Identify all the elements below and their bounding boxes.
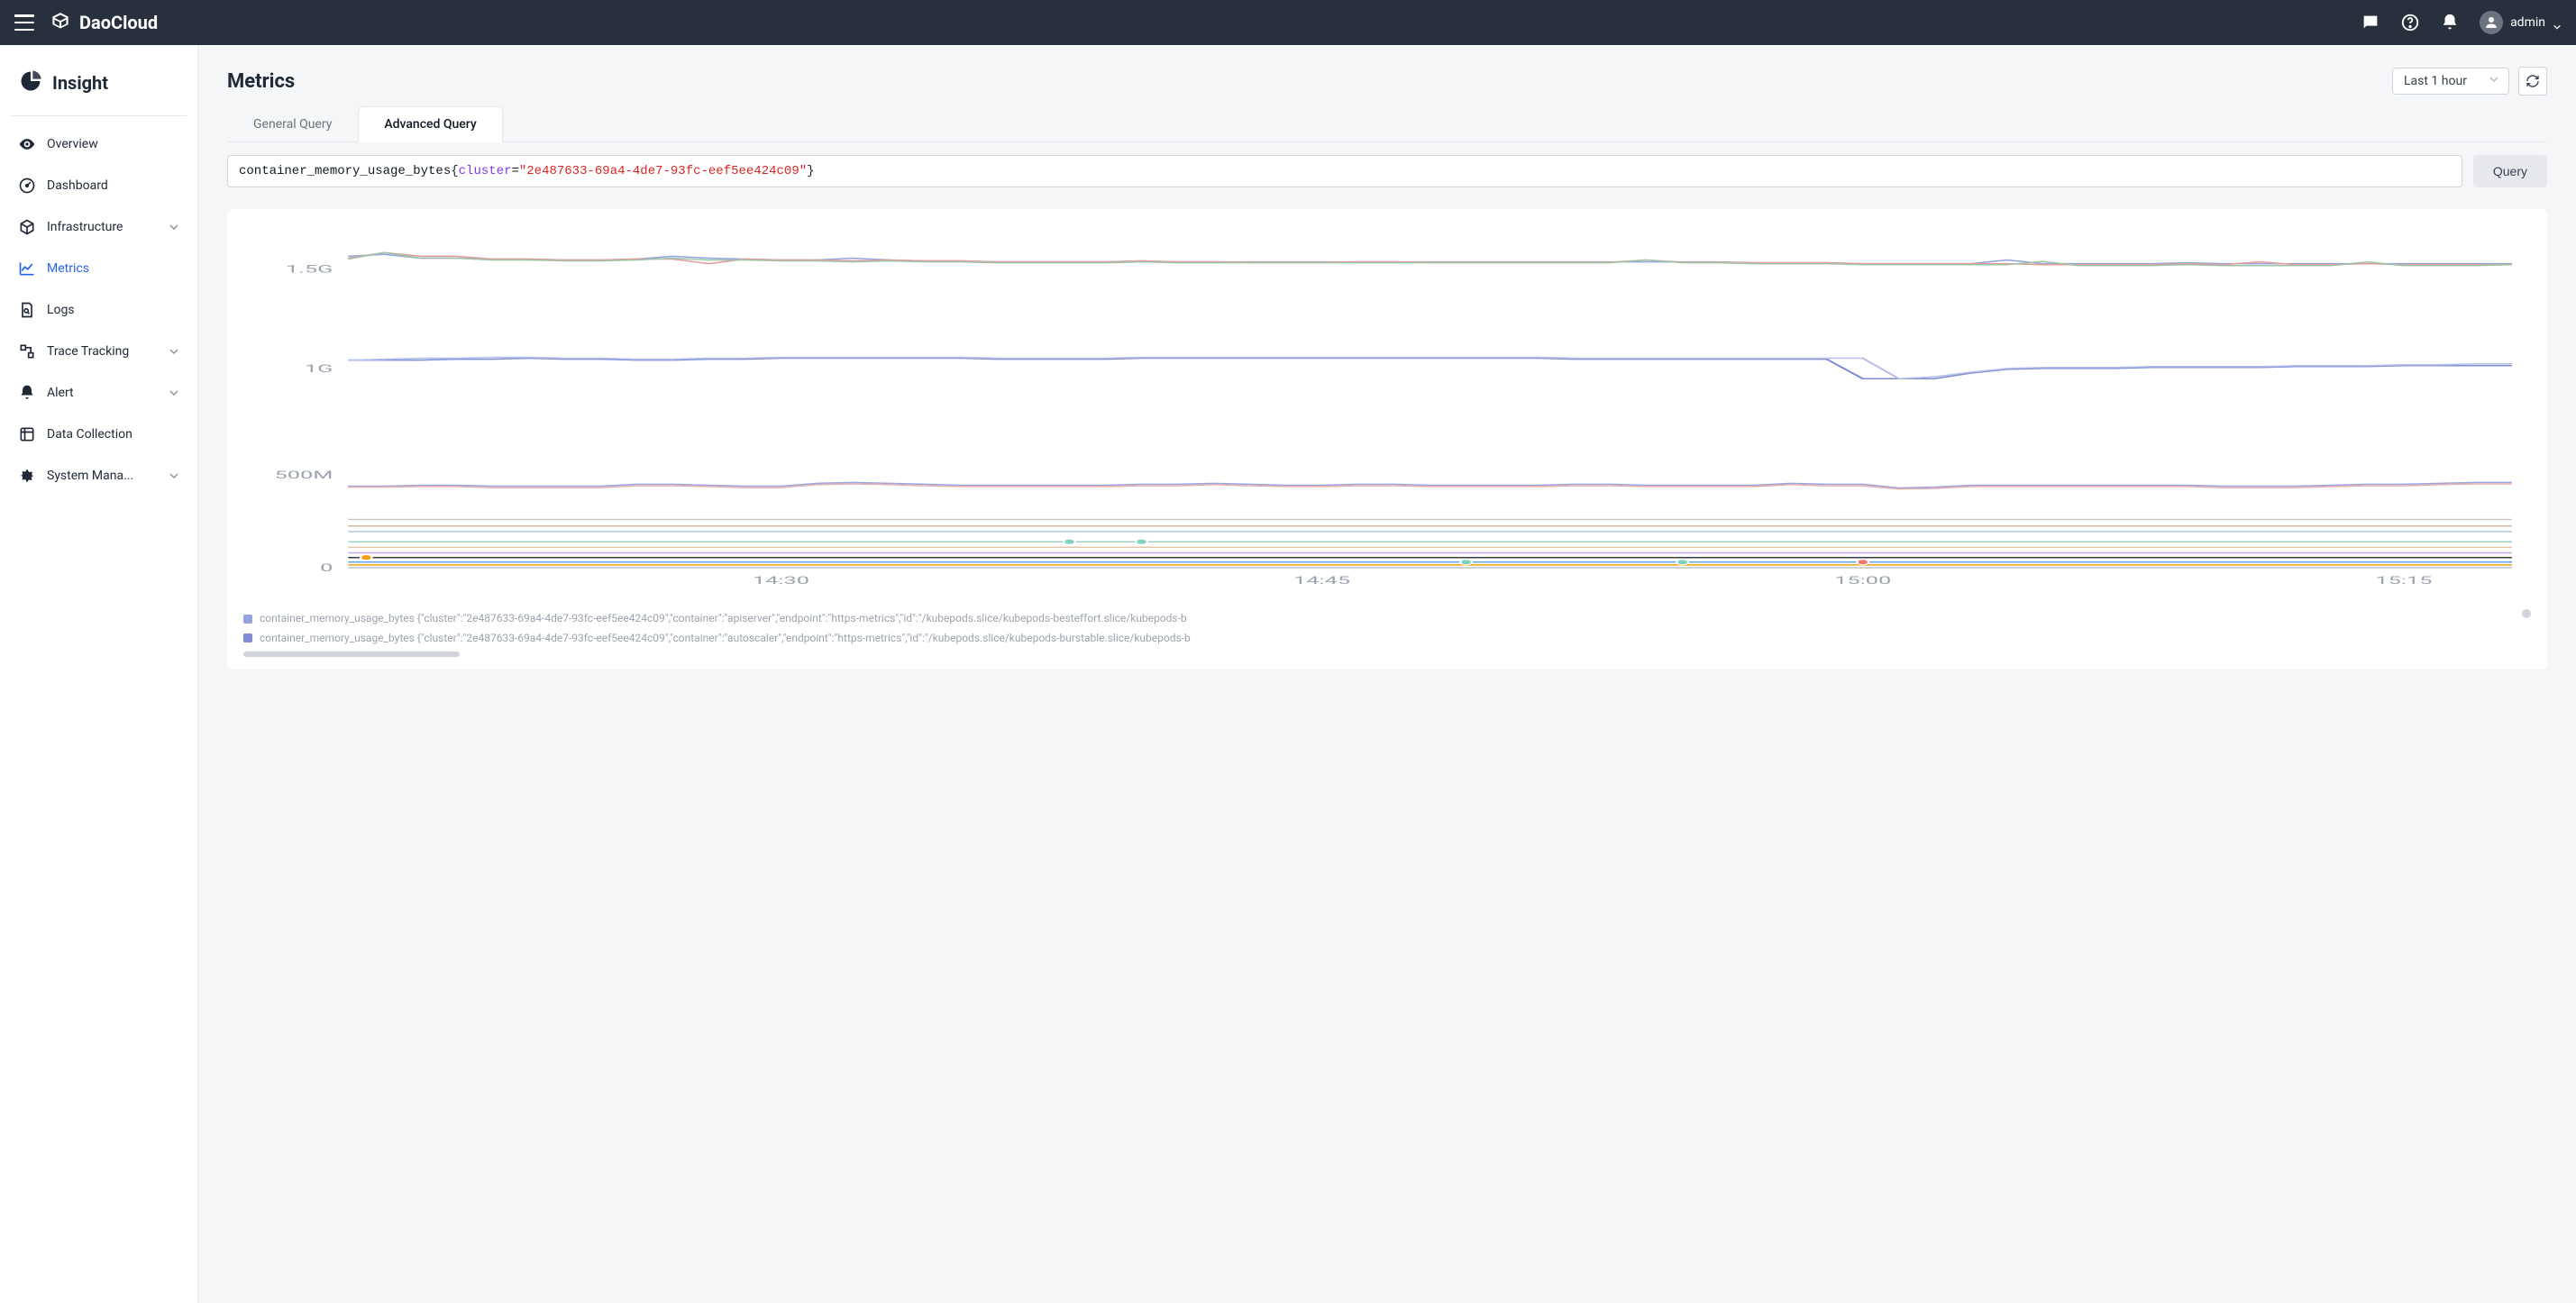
brand-logo-icon bbox=[49, 11, 72, 34]
topbar: DaoCloud admin bbox=[0, 0, 2576, 45]
svg-text:14:30: 14:30 bbox=[753, 574, 809, 587]
chevron-down-icon bbox=[2489, 74, 2499, 88]
user-name: admin bbox=[2510, 15, 2545, 30]
svg-text:500M: 500M bbox=[274, 469, 333, 481]
page-title: Metrics bbox=[227, 70, 295, 93]
chart-svg: 0 500M 1G 1.5G 14:30 14:45 15:00 15:15 bbox=[243, 234, 2531, 595]
chart[interactable]: 0 500M 1G 1.5G 14:30 14:45 15:00 15:15 bbox=[243, 234, 2531, 595]
legend-item[interactable]: container_memory_usage_bytes {"cluster":… bbox=[243, 609, 2531, 629]
query-label: cluster bbox=[459, 164, 512, 178]
sidebar: Insight Overview Dashboard Infrastructure M… bbox=[0, 45, 198, 1303]
query-input[interactable]: container_memory_usage_bytes{cluster="2e… bbox=[227, 155, 2462, 187]
trace-icon bbox=[18, 342, 36, 360]
chevron-down-icon bbox=[169, 222, 179, 232]
gauge-icon bbox=[18, 177, 36, 195]
sidebar-title: Insight bbox=[52, 72, 108, 94]
legend-swatch bbox=[243, 615, 252, 624]
header-controls: Last 1 hour bbox=[2392, 67, 2547, 96]
sidebar-item-label: Trace Tracking bbox=[47, 344, 158, 359]
legend-scrollbar-thumb[interactable] bbox=[243, 652, 460, 657]
sidebar-item-label: Infrastructure bbox=[47, 220, 158, 234]
sidebar-item-label: Data Collection bbox=[47, 427, 179, 442]
topbar-left: DaoCloud bbox=[14, 11, 158, 34]
tabs: General Query Advanced Query bbox=[227, 106, 2547, 142]
svg-text:14:45: 14:45 bbox=[1293, 574, 1350, 587]
sidebar-item-label: System Mana... bbox=[47, 469, 158, 483]
legend-scrollbar[interactable] bbox=[243, 652, 2531, 657]
topbar-right: admin bbox=[2361, 11, 2562, 34]
legend: container_memory_usage_bytes {"cluster":… bbox=[243, 609, 2531, 657]
sidebar-item-infrastructure[interactable]: Infrastructure bbox=[0, 206, 197, 248]
sidebar-item-dashboard[interactable]: Dashboard bbox=[0, 165, 197, 206]
chevron-down-icon bbox=[169, 387, 179, 398]
user-menu[interactable]: admin bbox=[2480, 11, 2562, 34]
sidebar-item-alert[interactable]: Alert bbox=[0, 372, 197, 414]
sidebar-item-label: Logs bbox=[47, 303, 179, 317]
sidebar-item-logs[interactable]: Logs bbox=[0, 289, 197, 331]
chevron-down-icon bbox=[169, 470, 179, 481]
legend-overflow-indicator bbox=[2522, 609, 2531, 618]
sidebar-item-trace-tracking[interactable]: Trace Tracking bbox=[0, 331, 197, 372]
brand[interactable]: DaoCloud bbox=[49, 11, 158, 34]
chart-card: 0 500M 1G 1.5G 14:30 14:45 15:00 15:15 containe… bbox=[227, 209, 2547, 670]
legend-label: container_memory_usage_bytes {"cluster":… bbox=[260, 629, 1191, 649]
messages-icon[interactable] bbox=[2361, 13, 2380, 32]
sidebar-item-label: Dashboard bbox=[47, 178, 179, 193]
gear-icon bbox=[18, 467, 36, 485]
file-search-icon bbox=[18, 301, 36, 319]
notifications-icon[interactable] bbox=[2440, 13, 2460, 32]
chevron-down-icon bbox=[169, 346, 179, 357]
chevron-down-icon bbox=[2553, 18, 2562, 27]
query-value: "2e487633-69a4-4de7-93fc-eef5ee424c09" bbox=[519, 164, 807, 178]
main: Metrics Last 1 hour General Query Advanc… bbox=[198, 45, 2576, 1303]
avatar-icon bbox=[2480, 11, 2503, 34]
svg-text:0: 0 bbox=[320, 561, 333, 574]
divider bbox=[11, 115, 187, 116]
chart-line-icon bbox=[18, 260, 36, 278]
cube-outline-icon bbox=[18, 218, 36, 236]
query-button[interactable]: Query bbox=[2473, 155, 2547, 187]
time-range-select[interactable]: Last 1 hour bbox=[2392, 68, 2509, 95]
svg-text:15:15: 15:15 bbox=[2375, 574, 2432, 587]
sidebar-item-label: Overview bbox=[47, 137, 179, 151]
time-range-value: Last 1 hour bbox=[2404, 74, 2467, 88]
sidebar-header: Insight bbox=[0, 59, 197, 112]
sidebar-item-label: Metrics bbox=[47, 261, 179, 276]
eye-icon bbox=[18, 135, 36, 153]
legend-label: container_memory_usage_bytes {"cluster":… bbox=[260, 609, 1187, 629]
svg-text:1G: 1G bbox=[305, 362, 333, 375]
legend-swatch bbox=[243, 633, 252, 642]
tab-general-query[interactable]: General Query bbox=[227, 106, 358, 141]
svg-text:15:00: 15:00 bbox=[1834, 574, 1891, 587]
brand-name: DaoCloud bbox=[79, 12, 158, 33]
legend-item[interactable]: container_memory_usage_bytes {"cluster":… bbox=[243, 629, 2531, 649]
sidebar-item-metrics[interactable]: Metrics bbox=[0, 248, 197, 289]
insight-icon bbox=[18, 68, 43, 97]
refresh-button[interactable] bbox=[2518, 67, 2547, 96]
query-metric: container_memory_usage_bytes bbox=[239, 164, 451, 178]
nav-list: Overview Dashboard Infrastructure Metrics Lo… bbox=[0, 123, 197, 497]
sidebar-item-label: Alert bbox=[47, 386, 158, 400]
query-row: container_memory_usage_bytes{cluster="2e… bbox=[227, 155, 2547, 187]
bell-icon bbox=[18, 384, 36, 402]
collection-icon bbox=[18, 425, 36, 443]
sidebar-item-system-mana-[interactable]: System Mana... bbox=[0, 455, 197, 497]
tab-advanced-query[interactable]: Advanced Query bbox=[358, 106, 502, 142]
help-icon[interactable] bbox=[2400, 13, 2420, 32]
main-header: Metrics Last 1 hour bbox=[227, 67, 2547, 96]
sidebar-item-overview[interactable]: Overview bbox=[0, 123, 197, 165]
menu-toggle-button[interactable] bbox=[14, 14, 34, 31]
sidebar-item-data-collection[interactable]: Data Collection bbox=[0, 414, 197, 455]
svg-text:1.5G: 1.5G bbox=[286, 263, 333, 276]
